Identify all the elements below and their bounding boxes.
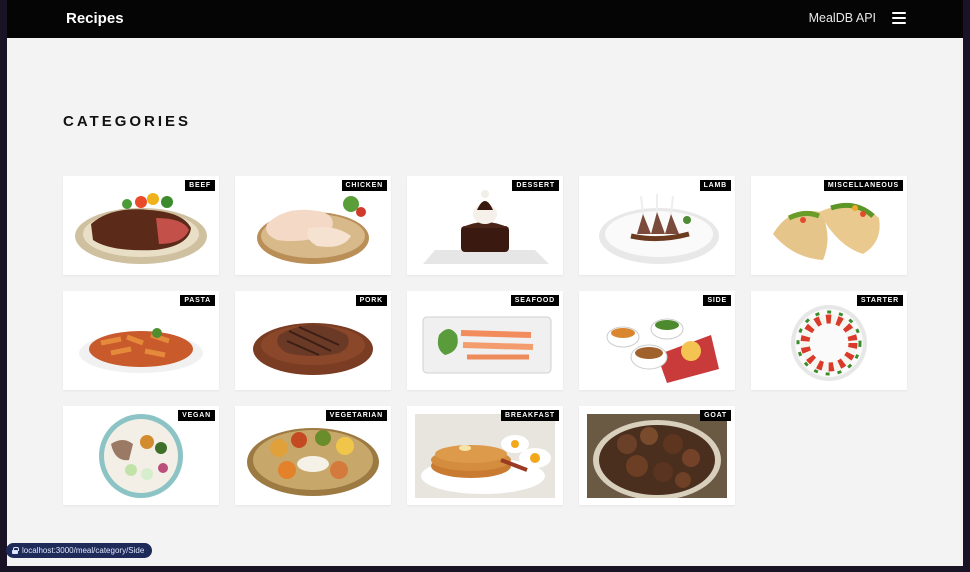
category-badge: GOAT bbox=[700, 410, 731, 421]
category-image bbox=[415, 414, 555, 498]
category-image bbox=[243, 299, 383, 383]
category-card-seafood[interactable]: SEAFOOD bbox=[407, 291, 563, 390]
category-card-dessert[interactable]: DESSERT bbox=[407, 176, 563, 275]
category-image bbox=[759, 299, 899, 383]
section-title: CATEGORIES bbox=[63, 113, 192, 130]
category-image bbox=[587, 184, 727, 268]
hamburger-icon[interactable] bbox=[892, 12, 906, 24]
category-image bbox=[71, 184, 211, 268]
status-bar-url: localhost:3000/meal/category/Side bbox=[6, 543, 153, 558]
category-badge: VEGAN bbox=[178, 410, 215, 421]
category-card-vegetarian[interactable]: VEGETARIAN bbox=[235, 406, 391, 505]
category-badge: STARTER bbox=[856, 295, 903, 306]
category-card-goat[interactable]: GOAT bbox=[579, 406, 735, 505]
category-badge: VEGETARIAN bbox=[325, 410, 387, 421]
navbar: Recipes MealDB API bbox=[7, 0, 963, 38]
category-badge: LAMB bbox=[699, 180, 731, 191]
category-badge: CHICKEN bbox=[341, 180, 387, 191]
category-card-pasta[interactable]: PASTA bbox=[63, 291, 219, 390]
category-image bbox=[587, 299, 727, 383]
category-card-miscellaneous[interactable]: MISCELLANEOUS bbox=[751, 176, 907, 275]
app-window: Recipes MealDB API CATEGORIES BEEF CHICK… bbox=[7, 0, 963, 566]
lock-icon bbox=[12, 547, 19, 554]
category-card-chicken[interactable]: CHICKEN bbox=[235, 176, 391, 275]
category-image bbox=[243, 184, 383, 268]
category-image bbox=[587, 414, 727, 498]
mealdb-api-link[interactable]: MealDB API bbox=[809, 11, 876, 25]
category-image bbox=[71, 299, 211, 383]
category-badge: SIDE bbox=[703, 295, 731, 306]
category-card-breakfast[interactable]: BREAKFAST bbox=[407, 406, 563, 505]
category-badge: PASTA bbox=[180, 295, 215, 306]
category-badge: BEEF bbox=[185, 180, 215, 191]
category-badge: SEAFOOD bbox=[510, 295, 559, 306]
brand-logo[interactable]: Recipes bbox=[66, 10, 124, 27]
category-grid: BEEF CHICKEN DESSERT LAMB MISCELLANEOUS bbox=[63, 176, 907, 505]
category-badge: DESSERT bbox=[512, 180, 559, 191]
category-image bbox=[415, 184, 555, 268]
category-badge: MISCELLANEOUS bbox=[823, 180, 903, 191]
category-badge: PORK bbox=[355, 295, 387, 306]
category-image bbox=[415, 299, 555, 383]
status-url-text: localhost:3000/meal/category/Side bbox=[22, 546, 145, 555]
category-image bbox=[759, 184, 899, 268]
category-card-pork[interactable]: PORK bbox=[235, 291, 391, 390]
category-card-lamb[interactable]: LAMB bbox=[579, 176, 735, 275]
category-image bbox=[243, 414, 383, 498]
category-card-vegan[interactable]: VEGAN bbox=[63, 406, 219, 505]
category-image bbox=[71, 414, 211, 498]
category-badge: BREAKFAST bbox=[501, 410, 559, 421]
category-card-side[interactable]: SIDE bbox=[579, 291, 735, 390]
category-card-starter[interactable]: STARTER bbox=[751, 291, 907, 390]
category-card-beef[interactable]: BEEF bbox=[63, 176, 219, 275]
